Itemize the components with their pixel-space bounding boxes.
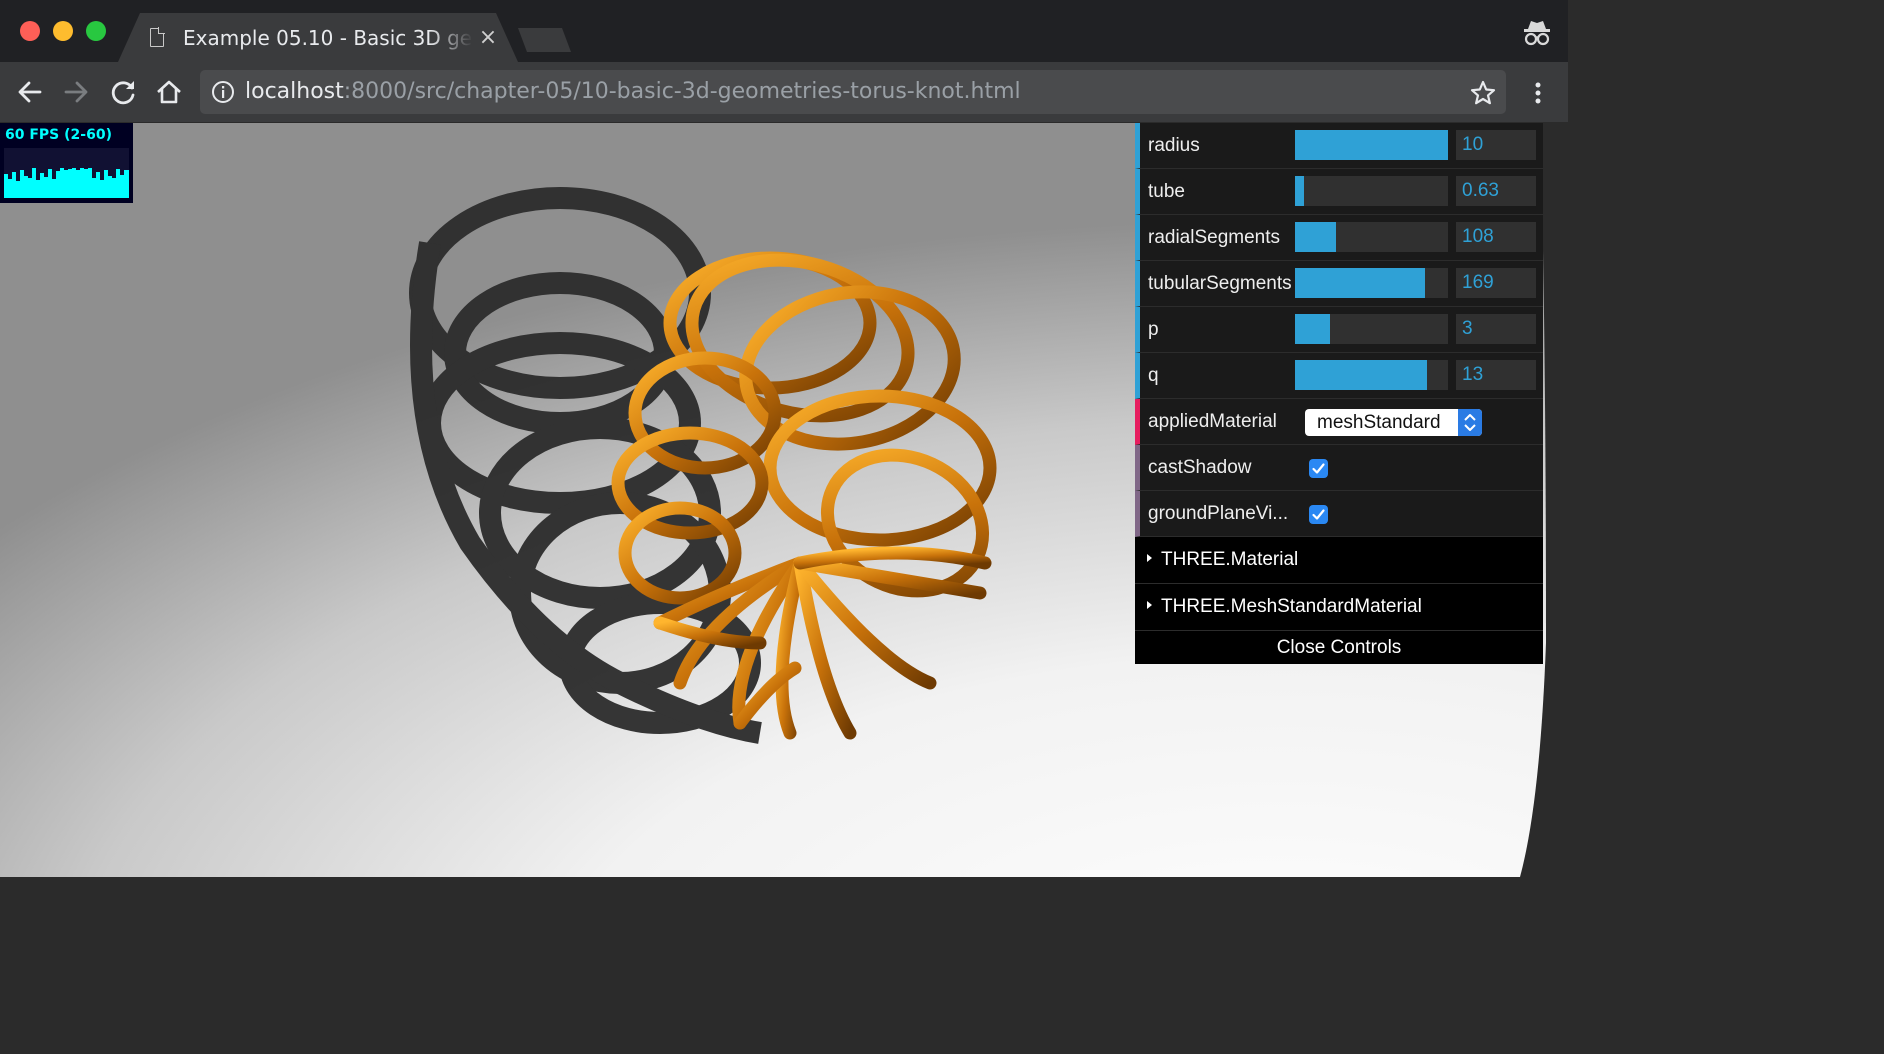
window-zoom-button[interactable] — [86, 21, 106, 41]
cast-shadow-checkbox[interactable] — [1309, 459, 1328, 478]
control-q: q 13 — [1135, 353, 1543, 399]
fps-label: 60 FPS (2-60) — [5, 127, 112, 143]
control-p: p 3 — [1135, 307, 1543, 353]
control-applied-material: appliedMaterial meshStandard — [1135, 399, 1543, 445]
radius-slider[interactable] — [1295, 130, 1448, 160]
control-label: q — [1148, 365, 1159, 386]
applied-material-select[interactable]: meshStandard — [1305, 409, 1482, 436]
controls-panel: radius 10 tube 0.63 radialSegments 108 t… — [1135, 123, 1543, 664]
document-icon — [150, 27, 165, 47]
control-label: p — [1148, 319, 1159, 340]
control-tubular-segments: tubularSegments 169 — [1135, 261, 1543, 307]
folder-collapsed-icon — [1147, 601, 1152, 609]
kebab-menu-icon[interactable] — [1527, 79, 1549, 107]
tube-slider[interactable] — [1295, 176, 1448, 206]
control-radius: radius 10 — [1135, 123, 1543, 169]
bookmark-star-icon[interactable] — [1469, 79, 1497, 107]
slider-fill — [1295, 268, 1426, 298]
control-label: castShadow — [1148, 457, 1252, 478]
slider-fill — [1295, 314, 1331, 344]
q-input[interactable]: 13 — [1456, 360, 1536, 390]
home-icon[interactable] — [151, 74, 187, 110]
tab-close-icon[interactable]: × — [478, 24, 498, 52]
window-close-button[interactable] — [20, 21, 40, 41]
slider-fill — [1295, 176, 1305, 206]
folder-three-mesh-standard-material[interactable]: THREE.MeshStandardMaterial — [1135, 584, 1543, 631]
fps-graph — [4, 148, 129, 198]
control-radial-segments: radialSegments 108 — [1135, 215, 1543, 261]
slider-fill — [1295, 222, 1337, 252]
tubular-segments-input[interactable]: 169 — [1456, 268, 1536, 298]
control-label: tube — [1148, 181, 1185, 202]
incognito-icon — [1524, 21, 1550, 46]
tube-input[interactable]: 0.63 — [1456, 176, 1536, 206]
slider-fill — [1295, 360, 1427, 390]
new-tab-button[interactable] — [518, 28, 571, 52]
url-path: :8000/src/chapter-05/10-basic-3d-geometr… — [343, 79, 1021, 104]
close-controls-button[interactable]: Close Controls — [1135, 631, 1543, 664]
url-host: localhost — [245, 79, 344, 104]
control-cast-shadow: castShadow — [1135, 445, 1543, 491]
control-ground-plane-visible: groundPlaneVi... — [1135, 491, 1543, 537]
forward-arrow-icon[interactable] — [58, 74, 94, 110]
p-slider[interactable] — [1295, 314, 1448, 344]
control-tube: tube 0.63 — [1135, 169, 1543, 215]
select-value: meshStandard — [1317, 412, 1441, 433]
radial-segments-slider[interactable] — [1295, 222, 1448, 252]
q-slider[interactable] — [1295, 360, 1448, 390]
folder-three-material[interactable]: THREE.Material — [1135, 537, 1543, 584]
control-label: groundPlaneVi... — [1148, 503, 1289, 524]
p-input[interactable]: 3 — [1456, 314, 1536, 344]
folder-title: THREE.MeshStandardMaterial — [1161, 596, 1422, 617]
tubular-segments-slider[interactable] — [1295, 268, 1448, 298]
reload-icon[interactable] — [105, 74, 141, 110]
control-label: radialSegments — [1148, 227, 1281, 248]
ground-plane-checkbox[interactable] — [1309, 505, 1328, 524]
control-label: radius — [1148, 135, 1200, 156]
folder-title: THREE.Material — [1161, 549, 1299, 570]
select-arrows-icon — [1458, 409, 1482, 436]
back-arrow-icon[interactable] — [12, 74, 48, 110]
control-label: appliedMaterial — [1148, 411, 1277, 432]
tab-title: Example 05.10 - Basic 3D geometries - To… — [183, 26, 473, 50]
radial-segments-input[interactable]: 108 — [1456, 222, 1536, 252]
window-minimize-button[interactable] — [53, 21, 73, 41]
folder-collapsed-icon — [1147, 554, 1152, 562]
site-info-icon[interactable] — [211, 80, 235, 104]
url-text[interactable]: localhost:8000/src/chapter-05/10-basic-3… — [245, 78, 1021, 106]
radius-input[interactable]: 10 — [1456, 130, 1536, 160]
control-label: tubularSegments — [1148, 273, 1292, 294]
slider-fill — [1295, 130, 1448, 160]
